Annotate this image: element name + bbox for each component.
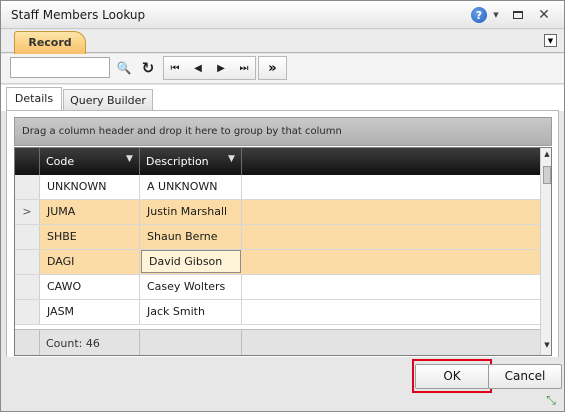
record-count: Count: 46 (40, 330, 140, 355)
close-icon[interactable]: ✕ (535, 6, 553, 24)
scroll-down-icon[interactable]: ▼ (542, 341, 551, 351)
table-row[interactable]: CAWO Casey Wolters (15, 275, 540, 300)
tab-query-builder[interactable]: Query Builder (63, 89, 153, 111)
row-indicator (15, 175, 40, 199)
row-indicator-header (15, 148, 40, 175)
cell-code[interactable]: SHBE (40, 225, 140, 249)
vertical-scrollbar[interactable]: ▲ ▼ (540, 148, 551, 355)
record-navigation: ⏮ ◀ ▶ ⏭ (163, 56, 256, 80)
dialog-buttons: OK Cancel ⤡ (1, 357, 564, 411)
record-toolbar: 🔍 ↻ ⏮ ◀ ▶ ⏭ » (1, 54, 564, 84)
table-row[interactable]: SHBE Shaun Berne (15, 225, 540, 250)
scroll-thumb[interactable] (543, 166, 551, 184)
filter-icon[interactable]: ▼ (228, 155, 237, 164)
chevron-down-icon[interactable]: ▼ (492, 9, 500, 21)
cell-description-focused[interactable]: David Gibson (141, 250, 241, 273)
row-indicator (15, 275, 40, 299)
ribbon-dropdown-icon[interactable]: ▼ (544, 34, 557, 47)
footer-description (140, 330, 242, 355)
table-row[interactable]: > JUMA Justin Marshall (15, 200, 540, 225)
lookup-window: Staff Members Lookup ? ▼ ✕ Record ▼ 🔍 ↻ … (0, 0, 565, 412)
grid-header: Code ▼ Description ▼ (15, 148, 540, 175)
footer-indicator (15, 330, 40, 355)
resize-grip-icon[interactable]: ⤡ (544, 393, 558, 407)
filter-icon[interactable]: ▼ (126, 155, 135, 164)
cell-description[interactable]: Jack Smith (140, 300, 242, 324)
column-header-code[interactable]: Code ▼ (40, 148, 140, 175)
cell-code[interactable]: UNKNOWN (40, 175, 140, 199)
window-title: Staff Members Lookup (11, 8, 146, 22)
details-panel: Drag a column header and drop it here to… (6, 110, 559, 360)
cell-code[interactable]: JUMA (40, 200, 140, 224)
restore-window-button[interactable] (509, 6, 527, 24)
next-record-icon[interactable]: ▶ (210, 57, 232, 79)
cell-code[interactable]: DAGI (40, 250, 140, 274)
search-input[interactable] (10, 57, 110, 78)
group-by-panel[interactable]: Drag a column header and drop it here to… (14, 117, 552, 146)
tab-details[interactable]: Details (6, 87, 62, 111)
first-record-icon[interactable]: ⏮ (164, 57, 186, 79)
row-indicator (15, 250, 40, 274)
cell-description[interactable]: A UNKNOWN (140, 175, 242, 199)
restore-icon (513, 11, 523, 19)
row-indicator: > (15, 200, 40, 224)
table-row[interactable]: DAGI David Gibson (15, 250, 540, 275)
column-header-label: Description (146, 155, 209, 168)
refresh-icon[interactable]: ↻ (137, 57, 159, 79)
title-bar: Staff Members Lookup ? ▼ ✕ (1, 1, 564, 29)
cell-code[interactable]: JASM (40, 300, 140, 324)
help-icon[interactable]: ? (471, 7, 487, 23)
last-record-icon[interactable]: ⏭ (233, 57, 255, 79)
previous-record-icon[interactable]: ◀ (187, 57, 209, 79)
cell-description[interactable]: Shaun Berne (140, 225, 242, 249)
table-row[interactable]: UNKNOWN A UNKNOWN (15, 175, 540, 200)
cell-description[interactable]: Casey Wolters (140, 275, 242, 299)
column-header-description[interactable]: Description ▼ (140, 148, 242, 175)
scroll-up-icon[interactable]: ▲ (542, 150, 551, 160)
table-row[interactable]: JASM Jack Smith (15, 300, 540, 325)
staff-grid: Code ▼ Description ▼ UNKNOWN A UNKNOWN >… (14, 147, 552, 356)
ribbon-bar: Record ▼ (1, 30, 564, 54)
row-indicator (15, 300, 40, 324)
ribbon-tab-record[interactable]: Record (14, 31, 86, 54)
cancel-button[interactable]: Cancel (488, 364, 562, 389)
cell-code[interactable]: CAWO (40, 275, 140, 299)
search-icon[interactable]: 🔍 (113, 57, 135, 79)
row-indicator (15, 225, 40, 249)
more-icon[interactable]: » (258, 56, 287, 80)
column-header-label: Code (46, 155, 75, 168)
cell-description[interactable]: Justin Marshall (140, 200, 242, 224)
content-tabs: Details Query Builder (1, 85, 564, 111)
ok-button[interactable]: OK (415, 364, 489, 389)
grid-footer: Count: 46 (15, 329, 540, 355)
